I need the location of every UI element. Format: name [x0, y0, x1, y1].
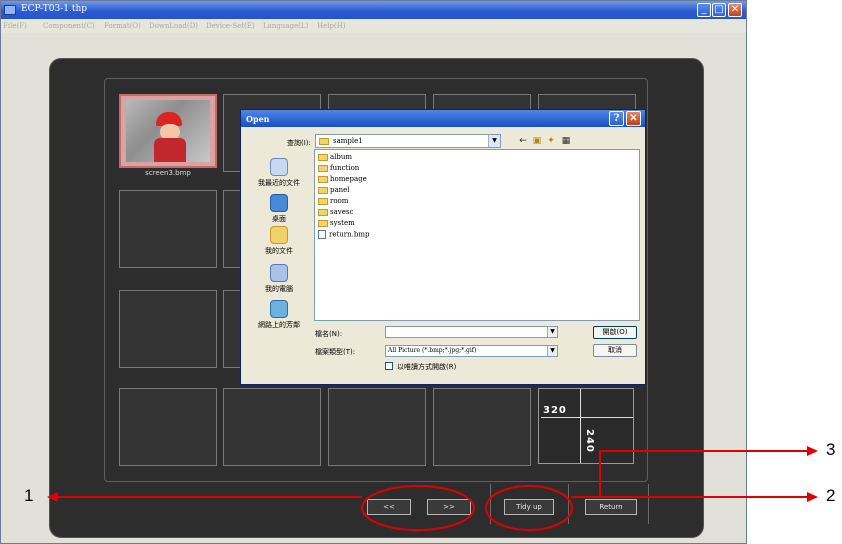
screen-slot[interactable] [328, 388, 426, 466]
list-item[interactable]: homepage [318, 175, 367, 183]
next-page-button[interactable]: >> [427, 499, 471, 515]
chevron-down-icon[interactable]: ▼ [488, 135, 500, 147]
filetype-select[interactable]: All Picture (*.bmp;*.jpg;*.gif) ▼ [385, 345, 558, 357]
app-icon [4, 5, 16, 15]
filename-input[interactable]: ▼ [385, 326, 558, 338]
prev-page-button[interactable]: << [367, 499, 411, 515]
arrowhead-3 [807, 446, 818, 456]
screen-slot[interactable] [223, 388, 321, 466]
screen-slot[interactable] [433, 388, 531, 466]
view-menu-icon[interactable]: ▦ [560, 135, 572, 147]
screen-thumbnail-selected[interactable] [119, 94, 217, 168]
filetype-label: 檔案類型(T): [315, 348, 356, 356]
list-item[interactable]: function [318, 164, 359, 172]
menu-component[interactable]: Component(C) [43, 22, 95, 30]
place-desktop[interactable]: 桌面 [247, 194, 311, 224]
tidy-up-button[interactable]: Tidy up [504, 499, 554, 515]
folder-icon [318, 153, 328, 161]
look-in-label: 查詢(I): [287, 139, 311, 147]
readonly-label: 以唯讀方式開啟(R) [397, 363, 457, 371]
screen-slot[interactable] [119, 388, 217, 466]
look-in-dropdown[interactable]: sample1 ▼ [315, 134, 501, 148]
close-button[interactable]: ✕ [728, 3, 742, 17]
folder-icon [318, 219, 328, 227]
place-recent[interactable]: 我最近的文件 [247, 158, 311, 188]
minimize-button[interactable]: _ [697, 3, 711, 17]
width-guide-line [541, 417, 633, 418]
height-guide-line [580, 389, 581, 463]
folder-icon [319, 138, 329, 145]
folder-icon [318, 197, 328, 205]
thumbnail-label: screen3.bmp [145, 169, 191, 177]
size-height-label: 240 [584, 429, 595, 453]
my-documents-icon [270, 226, 288, 244]
title-bar: ECP-T03-1.thp _ □ ✕ [1, 1, 746, 19]
folder-icon [318, 164, 328, 172]
callout-number-2: 2 [826, 486, 836, 505]
places-bar: 我最近的文件 桌面 我的文件 我的電腦 網路上的芳鄰 [247, 150, 311, 335]
filename-label: 檔名(N): [315, 330, 343, 338]
bar-divider [568, 484, 569, 524]
chevron-down-icon[interactable]: ▼ [547, 346, 557, 356]
folder-icon [318, 186, 328, 194]
readonly-checkbox[interactable] [385, 362, 393, 370]
list-item[interactable]: panel [318, 186, 350, 194]
recent-documents-icon [270, 158, 288, 176]
up-folder-icon[interactable]: ▣ [531, 135, 543, 147]
file-list[interactable]: album function homepage panel room saves… [314, 149, 640, 321]
list-item[interactable]: savesc [318, 208, 353, 216]
list-item[interactable]: album [318, 153, 352, 161]
help-button[interactable]: ? [609, 111, 624, 126]
dialog-title: Open [246, 114, 270, 124]
dialog-title-bar: Open ? ✕ [241, 110, 645, 127]
callout-number-1: 1 [24, 486, 34, 505]
menu-file[interactable]: File(F) [3, 22, 27, 30]
thumbnail-photo [126, 100, 210, 162]
chevron-down-icon[interactable]: ▼ [547, 327, 557, 337]
bitmap-file-icon [318, 230, 326, 239]
place-my-computer[interactable]: 我的電腦 [247, 264, 311, 294]
bar-divider [648, 484, 649, 524]
list-item[interactable]: system [318, 219, 355, 227]
return-button[interactable]: Return [585, 499, 637, 515]
look-in-value: sample1 [333, 137, 363, 145]
size-indicator-slot[interactable]: 320 240 [538, 388, 634, 464]
place-network[interactable]: 網路上的芳鄰 [247, 300, 311, 330]
arrowhead-2 [807, 492, 818, 502]
open-button[interactable]: 開啟(O) [593, 326, 637, 339]
dialog-close-button[interactable]: ✕ [626, 111, 641, 126]
list-item[interactable]: return.bmp [318, 230, 370, 239]
menu-download[interactable]: DownLoad(D) [149, 22, 198, 30]
window-title: ECP-T03-1.thp [21, 4, 87, 14]
open-file-dialog: Open ? ✕ 查詢(I): sample1 ▼ ← ▣ ✦ ▦ 我最近的文件… [240, 109, 646, 385]
menu-format[interactable]: Format(O) [104, 22, 141, 30]
network-places-icon [270, 300, 288, 318]
cancel-button[interactable]: 取消 [593, 344, 637, 357]
desktop-icon [270, 194, 288, 212]
new-folder-icon[interactable]: ✦ [545, 135, 557, 147]
bar-divider [490, 484, 491, 524]
folder-icon [318, 175, 328, 183]
my-computer-icon [270, 264, 288, 282]
menu-device-set[interactable]: Device-Set(E) [206, 22, 255, 30]
menu-help[interactable]: Help(H) [317, 22, 346, 30]
screen-slot[interactable] [119, 290, 217, 368]
folder-icon [318, 208, 328, 216]
list-item[interactable]: room [318, 197, 348, 205]
size-width-label: 320 [543, 405, 567, 416]
callout-number-3: 3 [826, 440, 836, 459]
menu-bar: File(F) Component(C) Format(O) DownLoad(… [1, 19, 746, 33]
place-my-documents[interactable]: 我的文件 [247, 226, 311, 256]
maximize-button[interactable]: □ [712, 3, 726, 17]
menu-language[interactable]: Language(L) [263, 22, 308, 30]
back-icon[interactable]: ← [517, 135, 529, 147]
screen-slot[interactable] [119, 190, 217, 268]
